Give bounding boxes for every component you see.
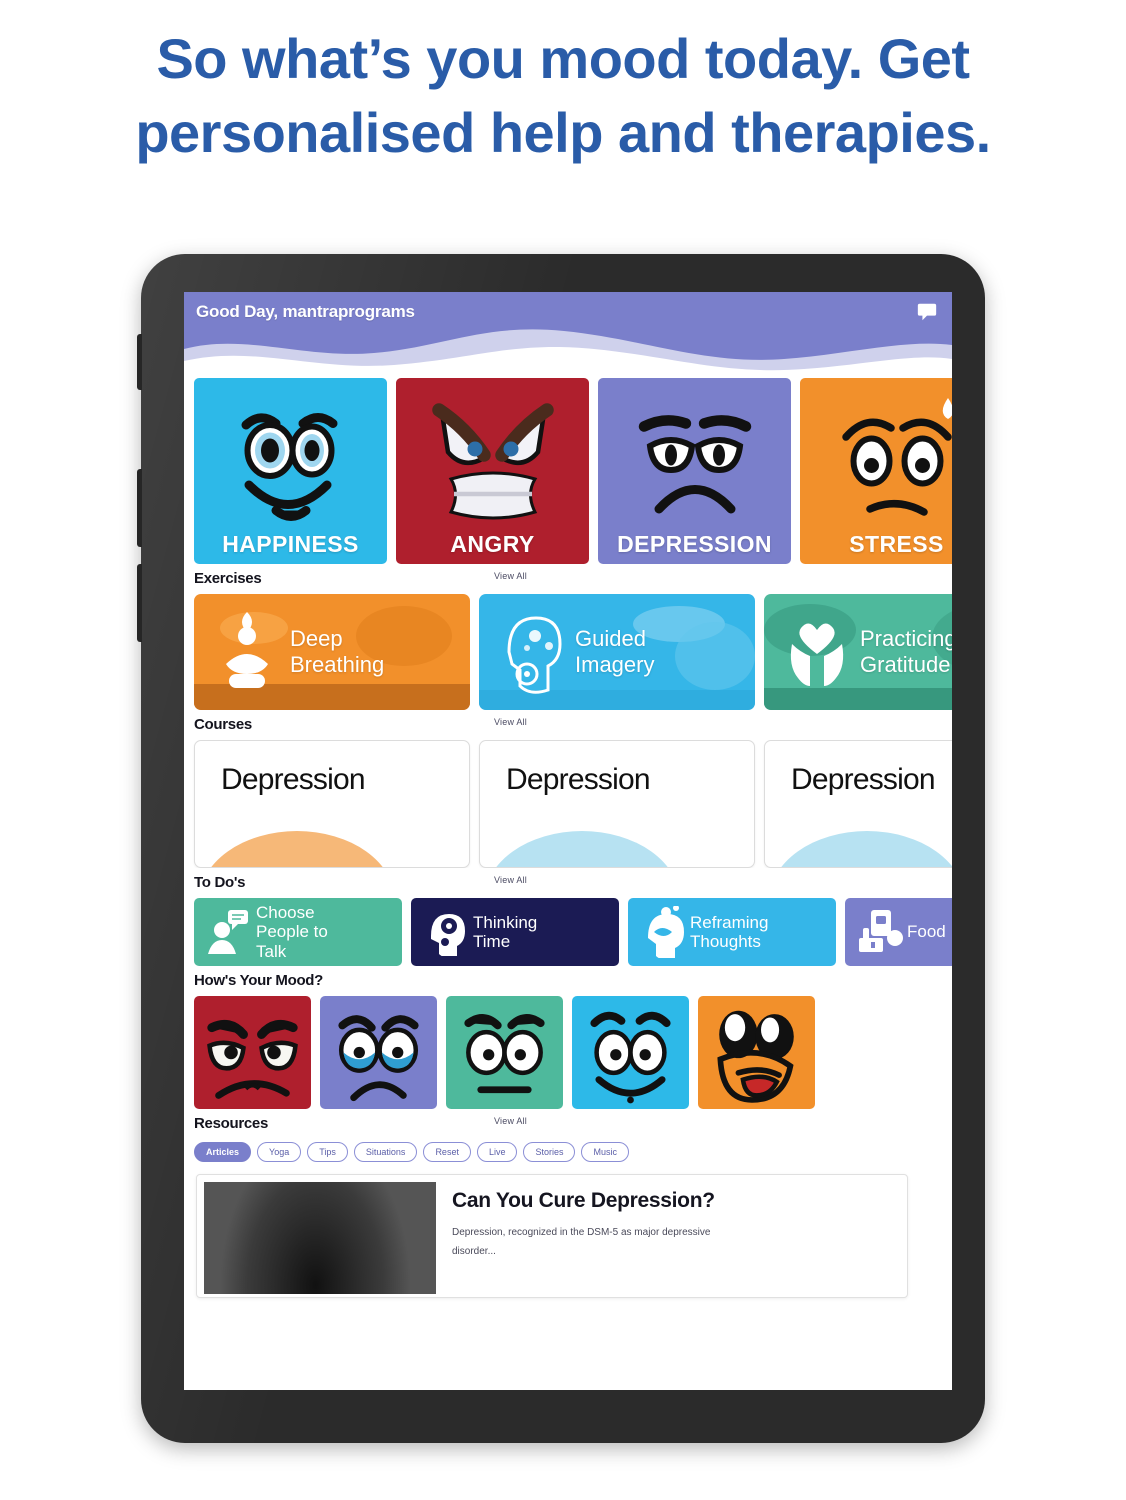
- head-mind-icon: [648, 906, 684, 958]
- course-title: Depression: [221, 763, 366, 796]
- todo-card-food[interactable]: Food: [845, 898, 952, 966]
- tablet-volume-up-button: [137, 469, 142, 547]
- mood-face-happy[interactable]: [572, 996, 689, 1109]
- todo-card-thinking-time[interactable]: Thinking Time: [411, 898, 619, 966]
- hands-heart-icon: [790, 623, 844, 686]
- course-arc-decoration: [199, 831, 395, 867]
- article-excerpt: Depression, recognized in the DSM-5 as m…: [452, 1227, 711, 1257]
- view-all-exercises[interactable]: View All: [494, 571, 527, 581]
- tablet-volume-down-button: [137, 564, 142, 642]
- section-header-courses: Courses View All: [184, 710, 952, 740]
- angry-face-icon: [431, 403, 554, 520]
- head-brain-icon: [507, 616, 562, 694]
- courses-row[interactable]: Depression Depression Depression: [184, 740, 952, 868]
- article-body: Can You Cure Depression? Depression, rec…: [436, 1175, 752, 1297]
- exercise-card-guided-imagery[interactable]: Guided Imagery: [479, 594, 755, 710]
- tablet-power-button: [137, 334, 142, 390]
- course-card[interactable]: Depression: [764, 740, 952, 868]
- food-basket-icon: [859, 910, 903, 952]
- sad-mood-face-icon: [338, 1015, 419, 1102]
- exercise-label: Deep Breathing: [290, 626, 385, 677]
- course-arc-decoration: [769, 831, 952, 867]
- course-arc-decoration: [484, 831, 680, 867]
- app-screen: Good Day, mantraprograms HAPPINESS ANGRY…: [184, 292, 952, 1390]
- resource-chips[interactable]: Articles Yoga Tips Situations Reset Live…: [184, 1142, 952, 1162]
- todo-label: Thinking Time: [473, 912, 538, 951]
- page-headline: So what’s you mood today. Get personalis…: [135, 27, 991, 165]
- chip-yoga[interactable]: Yoga: [257, 1142, 302, 1162]
- mood-face-very-happy[interactable]: [698, 996, 815, 1109]
- exercise-label: Practicing Gratitude: [860, 626, 952, 677]
- mood-label: STRESS: [849, 531, 944, 557]
- view-all-resources[interactable]: View All: [494, 1116, 527, 1126]
- mood-label: DEPRESSION: [617, 531, 772, 557]
- exercises-row[interactable]: Deep Breathing Guided Imagery Practicing…: [184, 594, 952, 710]
- chip-tips[interactable]: Tips: [307, 1142, 348, 1162]
- app-header: Good Day, mantraprograms: [184, 292, 952, 374]
- angry-mood-face-icon: [207, 1019, 298, 1099]
- chip-music[interactable]: Music: [581, 1142, 629, 1162]
- mood-label: HAPPINESS: [222, 531, 359, 557]
- mood-face-neutral[interactable]: [446, 996, 563, 1109]
- todo-label: Choose People to Talk: [256, 903, 328, 961]
- chip-live[interactable]: Live: [476, 1142, 518, 1162]
- happy-face-icon: [241, 413, 337, 521]
- section-title: How's Your Mood?: [194, 972, 324, 989]
- mood-card-stress[interactable]: STRESS: [800, 378, 952, 564]
- happy-mood-face-icon: [590, 1011, 671, 1104]
- course-title: Depression: [506, 763, 651, 796]
- course-card[interactable]: Depression: [479, 740, 755, 868]
- section-header-exercises: Exercises View All: [184, 564, 952, 594]
- head-gears-icon: [431, 914, 465, 956]
- chip-reset[interactable]: Reset: [423, 1142, 471, 1162]
- mood-card-happiness[interactable]: HAPPINESS: [194, 378, 387, 564]
- article-thumbnail: [204, 1182, 436, 1294]
- sad-face-icon: [638, 415, 751, 514]
- greeting-text: Good Day, mantraprograms: [196, 302, 415, 321]
- mood-faces-row[interactable]: [184, 996, 952, 1109]
- neutral-mood-face-icon: [464, 1014, 545, 1094]
- mood-face-angry[interactable]: [194, 996, 311, 1109]
- section-header-resources: Resources View All: [184, 1109, 952, 1139]
- stressed-face-icon: [841, 398, 952, 516]
- chip-situations[interactable]: Situations: [353, 1142, 418, 1162]
- section-title: Courses: [194, 716, 252, 733]
- exercise-card-deep-breathing[interactable]: Deep Breathing: [194, 594, 470, 710]
- mood-label: ANGRY: [450, 531, 535, 557]
- mood-card-angry[interactable]: ANGRY: [396, 378, 589, 564]
- section-title: Exercises: [194, 570, 262, 587]
- todo-card-reframing-thoughts[interactable]: Reframing Thoughts: [628, 898, 836, 966]
- todo-card-choose-people-to-talk[interactable]: Choose People to Talk: [194, 898, 402, 966]
- section-title: To Do's: [194, 874, 246, 891]
- view-all-todos[interactable]: View All: [494, 875, 527, 885]
- section-title: Resources: [194, 1115, 269, 1132]
- header-wave-decoration: [184, 329, 952, 374]
- person-speech-icon: [208, 910, 248, 954]
- todos-row[interactable]: Choose People to Talk Thinking Time Refr…: [184, 898, 952, 966]
- article-title: Can You Cure Depression?: [452, 1189, 715, 1212]
- mood-card-depression[interactable]: DEPRESSION: [598, 378, 791, 564]
- mood-face-sad[interactable]: [320, 996, 437, 1109]
- todo-label: Reframing Thoughts: [690, 912, 769, 951]
- todo-label: Food: [907, 922, 946, 942]
- view-all-courses[interactable]: View All: [494, 717, 527, 727]
- section-header-todos: To Do's View All: [184, 868, 952, 898]
- yoga-meditation-icon: [226, 612, 268, 688]
- chip-stories[interactable]: Stories: [523, 1142, 576, 1162]
- chip-articles[interactable]: Articles: [194, 1142, 252, 1162]
- course-card[interactable]: Depression: [194, 740, 470, 868]
- mood-category-row[interactable]: HAPPINESS ANGRY DEPRESSION STRESS: [184, 378, 952, 564]
- course-title: Depression: [791, 763, 936, 796]
- exercise-card-practicing-gratitude[interactable]: Practicing Gratitude: [764, 594, 952, 710]
- very-happy-mood-face-icon: [717, 1010, 794, 1103]
- tablet-mockup: Good Day, mantraprograms HAPPINESS ANGRY…: [137, 254, 985, 1443]
- chat-bubble-icon[interactable]: [916, 301, 938, 323]
- section-header-mood-check: How's Your Mood?: [184, 966, 952, 996]
- exercise-label: Guided Imagery: [575, 626, 655, 677]
- article-card[interactable]: Can You Cure Depression? Depression, rec…: [196, 1174, 908, 1298]
